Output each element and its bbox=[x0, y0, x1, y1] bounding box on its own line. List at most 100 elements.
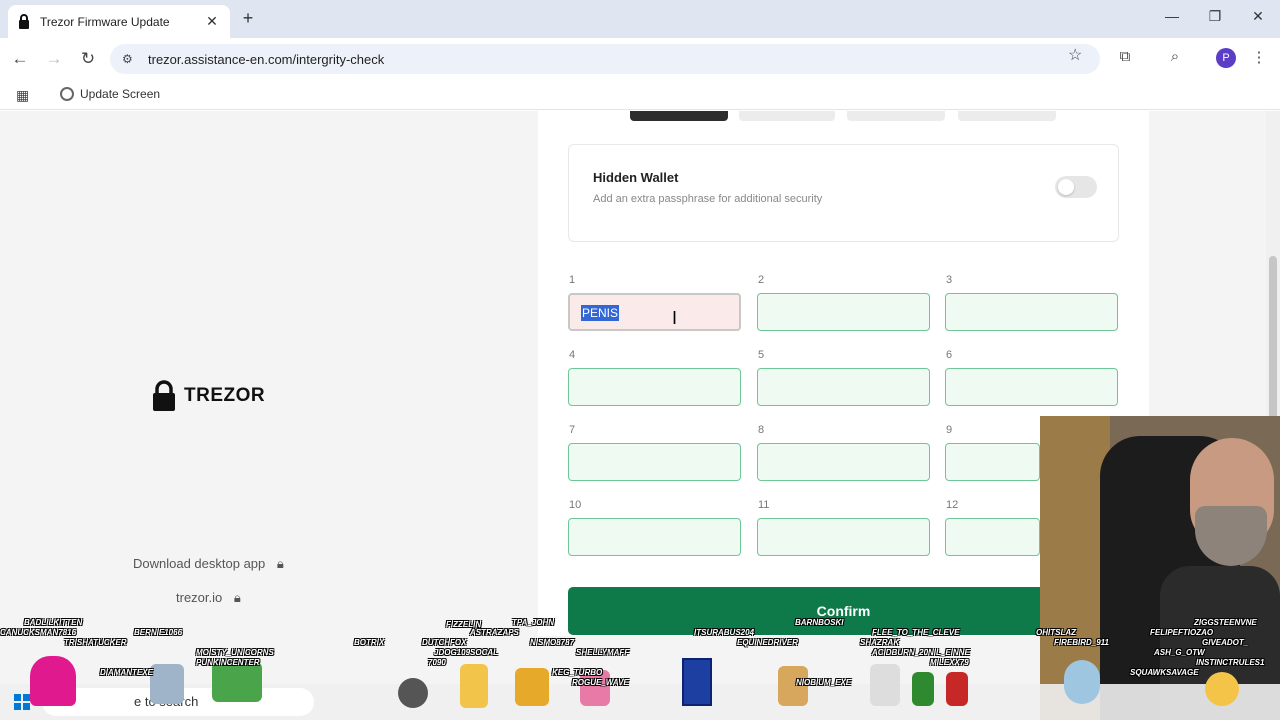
word-number-label: 8 bbox=[758, 424, 765, 436]
stream-viewer-name: BERNIE1066 bbox=[134, 628, 183, 637]
hidden-wallet-toggle[interactable] bbox=[1055, 176, 1097, 198]
viewer-sprite bbox=[212, 662, 262, 702]
stream-viewer-name: FIREBIRD_911 bbox=[1054, 638, 1109, 647]
stream-viewer-name: TRISHATUCKER bbox=[64, 638, 127, 647]
stream-viewer-name: ROGUE_WAVE bbox=[572, 678, 629, 687]
tab-title: Trezor Firmware Update bbox=[40, 14, 170, 29]
recovery-word-input-6[interactable] bbox=[945, 368, 1118, 406]
browser-toolbar: ← → ↻ ⚙ trezor.assistance-en.com/intergr… bbox=[0, 38, 1280, 80]
back-arrow-icon[interactable]: ← bbox=[10, 49, 30, 69]
stream-viewer-name: BADLILKITTEN bbox=[24, 618, 83, 627]
word-number-label: 4 bbox=[569, 349, 576, 361]
address-bar[interactable]: ⚙ trezor.assistance-en.com/intergrity-ch… bbox=[110, 44, 1100, 74]
stream-viewer-name: OHITSLAZ bbox=[1036, 628, 1076, 637]
download-desktop-app-link[interactable]: Download desktop app 🔒︎ bbox=[133, 556, 284, 572]
profile-avatar[interactable]: P bbox=[1216, 48, 1236, 68]
site-info-icon[interactable]: ⚙ bbox=[122, 52, 136, 66]
word-number-label: 12 bbox=[946, 499, 959, 511]
stream-viewer-name: SQUAWKSAVAGE bbox=[1130, 668, 1199, 677]
viewer-sprite bbox=[870, 664, 900, 706]
tab-close-icon[interactable]: ✕ bbox=[204, 13, 220, 30]
recovery-word-input-4[interactable] bbox=[568, 368, 741, 406]
stream-viewer-name: NIOBIUM_EXE bbox=[796, 678, 852, 687]
stream-viewer-name: ITSURABUS204 bbox=[694, 628, 755, 637]
tab-indicator[interactable] bbox=[739, 111, 835, 121]
stream-viewer-name: KEG_TURBO bbox=[552, 668, 603, 677]
stream-viewer-name: DUTCHFOX bbox=[422, 638, 467, 647]
recovery-word-input-1[interactable]: PENIS bbox=[568, 293, 741, 331]
trezor-io-label: trezor.io bbox=[176, 590, 223, 605]
trezor-favicon-icon bbox=[18, 13, 32, 30]
stream-viewer-name: ZIGGSTEENVNE bbox=[1194, 618, 1257, 627]
word-number-label: 7 bbox=[569, 424, 576, 436]
stream-viewer-name: FELIPEFTIOZAO bbox=[1150, 628, 1214, 637]
recovery-word-input-5[interactable] bbox=[757, 368, 930, 406]
hidden-wallet-subtitle: Add an extra passphrase for additional s… bbox=[593, 193, 823, 205]
download-label: Download desktop app bbox=[133, 556, 266, 571]
hidden-wallet-box: Hidden Wallet Add an extra passphrase fo… bbox=[568, 144, 1119, 242]
close-window-button[interactable]: ✕ bbox=[1246, 8, 1270, 25]
viewer-sprite bbox=[1205, 672, 1239, 706]
stream-viewer-name: SHAZRAK bbox=[860, 638, 900, 647]
stream-viewer-name: FLEE_TO_THE_CLEVE bbox=[872, 628, 960, 637]
recovery-word-input-2[interactable] bbox=[757, 293, 930, 331]
stream-viewer-name: BOTRIX bbox=[354, 638, 385, 647]
tab-trezor-firmware-update[interactable]: Trezor Firmware Update ✕ bbox=[8, 5, 230, 38]
url-text: trezor.assistance-en.com/intergrity-chec… bbox=[148, 51, 385, 67]
recovery-word-input-12[interactable] bbox=[945, 518, 1040, 556]
lock-link-icon: 🔒︎ bbox=[276, 556, 284, 571]
stream-viewer-name: MOISTY_UNICORNS bbox=[196, 648, 274, 657]
recovery-word-input-7[interactable] bbox=[568, 443, 741, 481]
viewer-sprite bbox=[912, 672, 934, 706]
viewer-sprite bbox=[946, 672, 968, 706]
bookmarks-bar: ▦ Update Screen bbox=[0, 80, 1280, 110]
bookmark-star-icon[interactable]: ☆ bbox=[1068, 45, 1082, 65]
recovery-word-input-8[interactable] bbox=[757, 443, 930, 481]
word-number-label: 5 bbox=[758, 349, 765, 361]
text-cursor-icon: I bbox=[672, 308, 678, 328]
word-number-label: 11 bbox=[758, 499, 770, 511]
stream-viewer-name: PUNKINCENTER bbox=[196, 658, 260, 667]
bookmark-update-screen[interactable]: Update Screen bbox=[60, 87, 160, 101]
trezor-io-link[interactable]: trezor.io 🔒︎ bbox=[176, 590, 241, 606]
stream-viewer-name: JDOG109SOCAL bbox=[434, 648, 499, 657]
tab-indicator[interactable] bbox=[847, 111, 945, 121]
trezor-wordmark: TREZOR bbox=[184, 385, 266, 406]
stream-viewer-name: ACIDBURN_20NIL_EINNE bbox=[872, 648, 970, 657]
forward-arrow-icon[interactable]: → bbox=[44, 49, 64, 69]
trezor-lock-icon bbox=[153, 380, 175, 411]
lock-link-icon: 🔒︎ bbox=[233, 590, 241, 605]
word-number-label: 2 bbox=[758, 274, 765, 286]
toggle-knob bbox=[1058, 179, 1074, 195]
stream-viewer-name: BARNBOSKI bbox=[795, 618, 844, 627]
minimize-button[interactable]: — bbox=[1160, 8, 1184, 24]
reload-icon[interactable]: ↻ bbox=[78, 49, 98, 69]
word-number-label: 6 bbox=[946, 349, 953, 361]
viewer-sprite bbox=[1064, 660, 1100, 704]
stream-viewer-name: ASTRAZAPS bbox=[470, 628, 519, 637]
tab-search-icon[interactable]: ⌕ bbox=[1165, 48, 1185, 68]
word-number-label: 1 bbox=[569, 274, 576, 286]
tab-indicator-active[interactable] bbox=[630, 111, 728, 121]
viewer-sprite bbox=[30, 656, 76, 706]
new-tab-button[interactable]: + bbox=[238, 8, 258, 28]
tab-indicator[interactable] bbox=[958, 111, 1056, 121]
recovery-word-input-10[interactable] bbox=[568, 518, 741, 556]
stream-viewer-name: CANUCKSMAN7816 bbox=[0, 628, 77, 637]
stream-viewer-name: TPA_JOHN bbox=[512, 618, 555, 627]
maximize-button[interactable]: ❐ bbox=[1203, 8, 1227, 25]
word-number-label: 3 bbox=[946, 274, 953, 286]
stream-viewer-name: DIAMANTEXE bbox=[100, 668, 153, 677]
stream-viewer-name: GIVEADOT_ bbox=[1202, 638, 1249, 647]
stream-viewer-name: 7090 bbox=[428, 658, 446, 667]
extensions-icon[interactable]: ⧉ bbox=[1115, 48, 1135, 68]
stream-viewer-name: MILEXX79 bbox=[930, 658, 969, 667]
apps-grid-icon[interactable]: ▦ bbox=[16, 87, 32, 103]
viewer-sprite bbox=[515, 668, 549, 706]
recovery-word-input-9[interactable] bbox=[945, 443, 1040, 481]
windows-start-icon[interactable] bbox=[14, 694, 30, 710]
recovery-word-input-11[interactable] bbox=[757, 518, 930, 556]
recovery-word-input-3[interactable] bbox=[945, 293, 1118, 331]
menu-kebab-icon[interactable]: ⋮ bbox=[1249, 48, 1269, 68]
stream-viewer-name: INSTINCTRULES1 bbox=[1196, 658, 1265, 667]
